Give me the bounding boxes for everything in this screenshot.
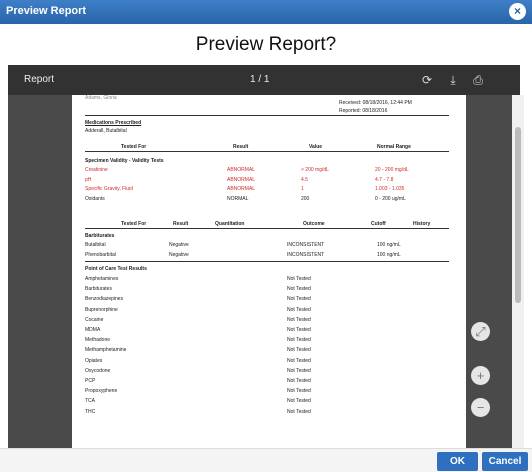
scrollbar-thumb[interactable]	[515, 127, 521, 303]
validity-header-cell: Value	[309, 144, 323, 150]
validity-section-title: Specimen Validity - Validity Tests	[85, 158, 164, 164]
confirmation-header-cell: Result	[173, 221, 189, 227]
confirmation-cell: INCONSISTENT	[287, 251, 325, 258]
validity-cell: 1	[301, 186, 304, 193]
validity-cell: NORMAL	[227, 195, 249, 202]
print-icon[interactable]: ⎙	[470, 72, 486, 88]
poc-drug: Amphetamines	[85, 276, 119, 282]
page-counter: 1 / 1	[250, 74, 270, 85]
confirmation-header-cell: Outcome	[303, 221, 325, 227]
poc-result: Not Tested	[287, 316, 311, 323]
poc-result: Not Tested	[287, 276, 311, 282]
validity-cell: 0 - 200 ug/mL	[375, 195, 406, 202]
validity-cell: ABNORMAL	[227, 186, 256, 193]
poc-result: Not Tested	[287, 286, 311, 293]
poc-drug: Barbiturates	[85, 286, 112, 293]
confirmation-header-cell: Quantitation	[215, 221, 245, 227]
validity-header-cell: Normal Range	[377, 144, 411, 150]
poc-result: Not Tested	[287, 306, 311, 313]
poc-drug: Opiates	[85, 357, 103, 364]
poc-drug: Methadone	[85, 337, 111, 344]
poc-drug: Propoxyphene	[85, 388, 118, 395]
poc-result: Not Tested	[287, 337, 311, 344]
poc-drug: Benzodiazepines	[85, 296, 124, 303]
poc-result: Not Tested	[287, 357, 311, 364]
viewer-toolbar: Report 1 / 1 ⟳ ⤓ ⎙	[8, 65, 520, 95]
validity-cell: ABNORMAL	[227, 167, 256, 173]
reported-date: Reported: 08/18/2016	[339, 108, 388, 114]
document-name: Report	[24, 74, 55, 85]
confirmation-header-cell: Tested For	[121, 221, 147, 227]
poc-result: Not Tested	[287, 378, 311, 384]
poc-drug: Buprenorphine	[85, 306, 118, 313]
meds-title: Medications Prescribed	[85, 120, 142, 126]
confirmation-cell: 100 ng/mL	[377, 242, 401, 248]
validity-cell: 4.5	[301, 176, 308, 183]
validity-cell: Specific Gravity, Fluid	[85, 186, 133, 193]
barbiturates-title: Barbiturates	[85, 233, 115, 239]
preview-report-dialog: Preview Report × Preview Report? Report …	[0, 0, 532, 472]
poc-result: Not Tested	[287, 367, 311, 374]
poc-result: Not Tested	[287, 296, 311, 303]
fit-page-icon[interactable]: ⤢	[471, 322, 490, 341]
download-icon[interactable]: ⤓	[445, 72, 461, 88]
poc-title: Point of Care Test Results	[85, 266, 147, 272]
validity-cell: > 200 mg/dL	[301, 167, 329, 173]
poc-drug: Cocaine	[85, 316, 104, 323]
confirmation-cell: INCONSISTENT	[287, 242, 325, 248]
validity-cell: Creatinine	[85, 167, 108, 173]
poc-drug: THC	[85, 408, 96, 415]
pdf-viewer: Report 1 / 1 ⟳ ⤓ ⎙ Adams, Gloria Receive…	[8, 65, 520, 448]
confirmation-header-cell: History	[413, 221, 431, 227]
poc-drug: PCP	[85, 378, 96, 384]
rotate-icon[interactable]: ⟳	[419, 72, 435, 88]
confirmation-cell: Butalbital	[85, 242, 106, 248]
validity-cell: ABNORMAL	[227, 176, 256, 183]
ok-button[interactable]: OK	[437, 452, 478, 471]
confirmation-cell: Phenobarbital	[85, 251, 116, 258]
poc-result: Not Tested	[287, 398, 311, 405]
validity-cell: 200	[301, 195, 310, 202]
poc-drug: Methamphetamine	[85, 347, 127, 354]
patient-name: Adams, Gloria	[85, 95, 117, 101]
meds-list: Adderall, Butalbital	[85, 128, 127, 134]
cancel-button[interactable]: Cancel	[482, 452, 528, 471]
poc-drug: MDMA	[85, 327, 101, 333]
validity-cell: 20 - 200 mg/dL	[375, 167, 409, 173]
received-date: Received: 08/18/2016, 12:44 PM	[339, 100, 412, 106]
validity-header-cell: Result	[233, 144, 249, 150]
vertical-scrollbar[interactable]	[512, 95, 524, 448]
confirmation-cell: 100 ng/mL	[377, 251, 401, 258]
validity-cell: 1.003 - 1.035	[375, 186, 405, 193]
close-icon[interactable]: ×	[509, 3, 526, 20]
report-page: Adams, Gloria Received: 08/18/2016, 12:4…	[72, 95, 466, 448]
poc-drug: TCA	[85, 398, 95, 405]
dialog-footer: OK Cancel	[0, 448, 532, 472]
poc-result: Not Tested	[287, 388, 311, 395]
poc-drug: Oxycodone	[85, 367, 111, 374]
dialog-title: Preview Report	[6, 5, 87, 17]
confirmation-cell: Negative	[169, 242, 189, 248]
confirmation-cell: Negative	[169, 251, 189, 258]
validity-cell: Oxidants	[85, 195, 105, 202]
validity-cell: pH	[85, 176, 92, 183]
validity-header-cell: Tested For	[121, 144, 147, 150]
zoom-out-icon[interactable]: −	[471, 398, 490, 417]
confirmation-header-cell: Cutoff	[371, 221, 386, 227]
poc-result: Not Tested	[287, 327, 311, 333]
dialog-titlebar: Preview Report ×	[0, 0, 532, 24]
validity-cell: 4.7 - 7.8	[375, 176, 394, 183]
page-title: Preview Report?	[195, 34, 337, 55]
zoom-in-icon[interactable]: +	[471, 366, 490, 385]
poc-result: Not Tested	[287, 347, 311, 354]
poc-result: Not Tested	[287, 408, 311, 415]
